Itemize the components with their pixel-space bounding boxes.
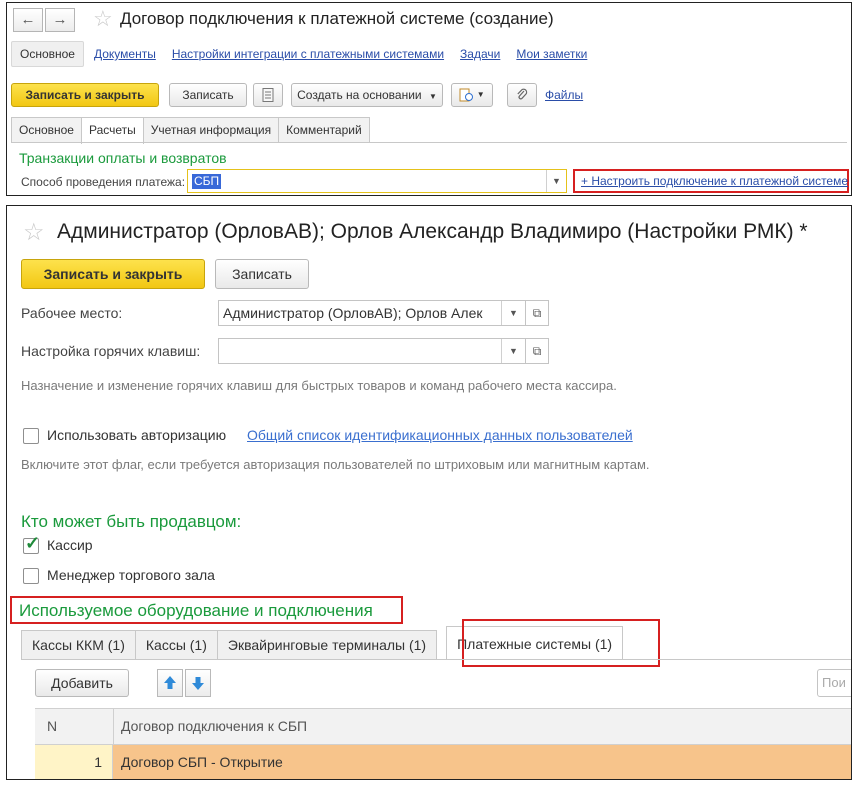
open-window-icon: ⧉ [532, 306, 542, 320]
nav-item-tasks[interactable]: Задачи [452, 47, 508, 61]
report-menu-button[interactable]: ▼ [451, 83, 493, 107]
chevron-down-icon: ▼ [428, 92, 437, 101]
open-workplace-button[interactable]: ⧉ [525, 300, 549, 326]
tab-comment[interactable]: Комментарий [278, 117, 370, 143]
workplace-value: Администратор (ОрловАВ); Орлов Алек [223, 305, 483, 321]
hotkeys-field[interactable]: ▼ [218, 338, 526, 364]
row-number-cell[interactable]: 1 [35, 745, 113, 779]
chevron-down-icon[interactable]: ▼ [546, 170, 566, 192]
payment-method-value: СБП [192, 174, 222, 189]
save-and-close-button[interactable]: Записать и закрыть [11, 83, 159, 107]
report-icon [459, 88, 474, 102]
chevron-down-icon[interactable]: ▼ [501, 339, 525, 363]
arrow-up-icon [164, 676, 176, 689]
nav-item-integration-settings[interactable]: Настройки интеграции с платежными систем… [164, 47, 452, 61]
manager-checkbox[interactable] [23, 568, 39, 584]
workplace-field[interactable]: Администратор (ОрловАВ); Орлов Алек ▼ [218, 300, 526, 326]
use-authorization-label[interactable]: Использовать авторизацию [47, 427, 226, 443]
payment-method-label: Способ проведения платежа: [21, 175, 186, 189]
forward-button[interactable]: → [45, 8, 75, 32]
favorite-star-icon[interactable]: ☆ [23, 220, 45, 246]
tab-divider [21, 659, 851, 660]
contract-form-window: ← → ☆ Договор подключения к платежной си… [6, 2, 852, 196]
tab-divider [11, 142, 847, 143]
hotkeys-hint: Назначение и изменение горячих клавиш дл… [21, 378, 617, 393]
column-header-contract[interactable]: Договор подключения к СБП [121, 718, 307, 734]
files-link[interactable]: Файлы [545, 88, 583, 102]
add-button[interactable]: Добавить [35, 669, 129, 697]
payment-systems-table: N Договор подключения к СБП 1 Договор СБ… [35, 708, 851, 779]
table-row[interactable]: 1 Договор СБП - Открытие [35, 745, 851, 779]
save-button[interactable]: Записать [215, 259, 309, 289]
attach-button[interactable] [507, 83, 537, 107]
equipment-section-title: Используемое оборудование и подключения [19, 601, 373, 620]
tab-main[interactable]: Основное [11, 117, 82, 143]
checkmark-icon: ✓ [25, 533, 41, 553]
favorite-star-icon[interactable]: ☆ [93, 7, 113, 31]
form-navigation: Основное Документы Настройки интеграции … [11, 41, 595, 67]
setup-connection-highlight: + Настроить подключение к платежной сист… [573, 169, 849, 193]
arrow-down-icon [192, 677, 204, 690]
nav-item-my-notes[interactable]: Мои заметки [508, 47, 595, 61]
seller-section-title: Кто может быть продавцом: [21, 512, 242, 531]
window-title: Договор подключения к платежной системе … [120, 9, 554, 28]
move-down-button[interactable] [185, 669, 211, 697]
chevron-down-icon: ▼ [476, 90, 485, 99]
save-button[interactable]: Записать [169, 83, 247, 107]
print-button[interactable] [253, 83, 283, 107]
move-up-button[interactable] [157, 669, 183, 697]
workplace-label: Рабочее место: [21, 305, 123, 321]
back-button[interactable]: ← [13, 8, 43, 32]
cashier-checkbox[interactable]: ✓ [23, 533, 40, 554]
hotkeys-label: Настройка горячих клавиш: [21, 343, 201, 359]
tab-payments[interactable]: Расчеты [80, 117, 144, 144]
manager-label[interactable]: Менеджер торгового зала [47, 567, 215, 583]
tab-accounting-info[interactable]: Учетная информация [142, 117, 280, 143]
use-authorization-checkbox[interactable] [23, 428, 39, 444]
window-title: Администратор (ОрловАВ); Орлов Александр… [57, 220, 808, 243]
table-header: N Договор подключения к СБП [35, 709, 851, 745]
open-window-icon: ⧉ [532, 344, 542, 358]
nav-item-main[interactable]: Основное [11, 41, 84, 67]
cashier-label[interactable]: Кассир [47, 537, 93, 553]
tab-acquiring-terminals[interactable]: Эквайринговые терминалы (1) [216, 630, 438, 660]
open-hotkeys-button[interactable]: ⧉ [525, 338, 549, 364]
arrow-right-icon: → [52, 11, 68, 28]
column-header-n[interactable]: N [47, 718, 57, 734]
save-and-close-button[interactable]: Записать и закрыть [21, 259, 205, 289]
create-based-on-button[interactable]: Создать на основании ▼ [291, 83, 443, 107]
contract-cell[interactable]: Договор СБП - Открытие [113, 745, 851, 779]
document-list-icon [262, 88, 274, 102]
setup-connection-link[interactable]: + Настроить подключение к платежной сист… [581, 174, 848, 188]
nav-item-documents[interactable]: Документы [86, 47, 164, 61]
tab-kkm-registers[interactable]: Кассы ККМ (1) [21, 630, 136, 660]
column-separator [113, 709, 114, 745]
pos-settings-window: ☆ Администратор (ОрловАВ); Орлов Алексан… [6, 205, 852, 780]
section-title: Транзакции оплаты и возвратов [19, 150, 227, 166]
payment-method-field[interactable]: СБП ▼ [187, 169, 567, 193]
auth-data-list-link[interactable]: Общий список идентификационных данных по… [247, 427, 633, 443]
form-tabs: Основное Расчеты Учетная информация Комм… [11, 117, 370, 144]
create-based-on-label: Создать на основании [297, 88, 422, 102]
search-input[interactable]: Пои [817, 669, 851, 697]
tab-registers[interactable]: Кассы (1) [134, 630, 218, 660]
paperclip-icon [517, 88, 528, 100]
chevron-down-icon[interactable]: ▼ [501, 301, 525, 325]
arrow-left-icon: ← [20, 11, 36, 28]
authorization-hint: Включите этот флаг, если требуется автор… [21, 457, 650, 472]
